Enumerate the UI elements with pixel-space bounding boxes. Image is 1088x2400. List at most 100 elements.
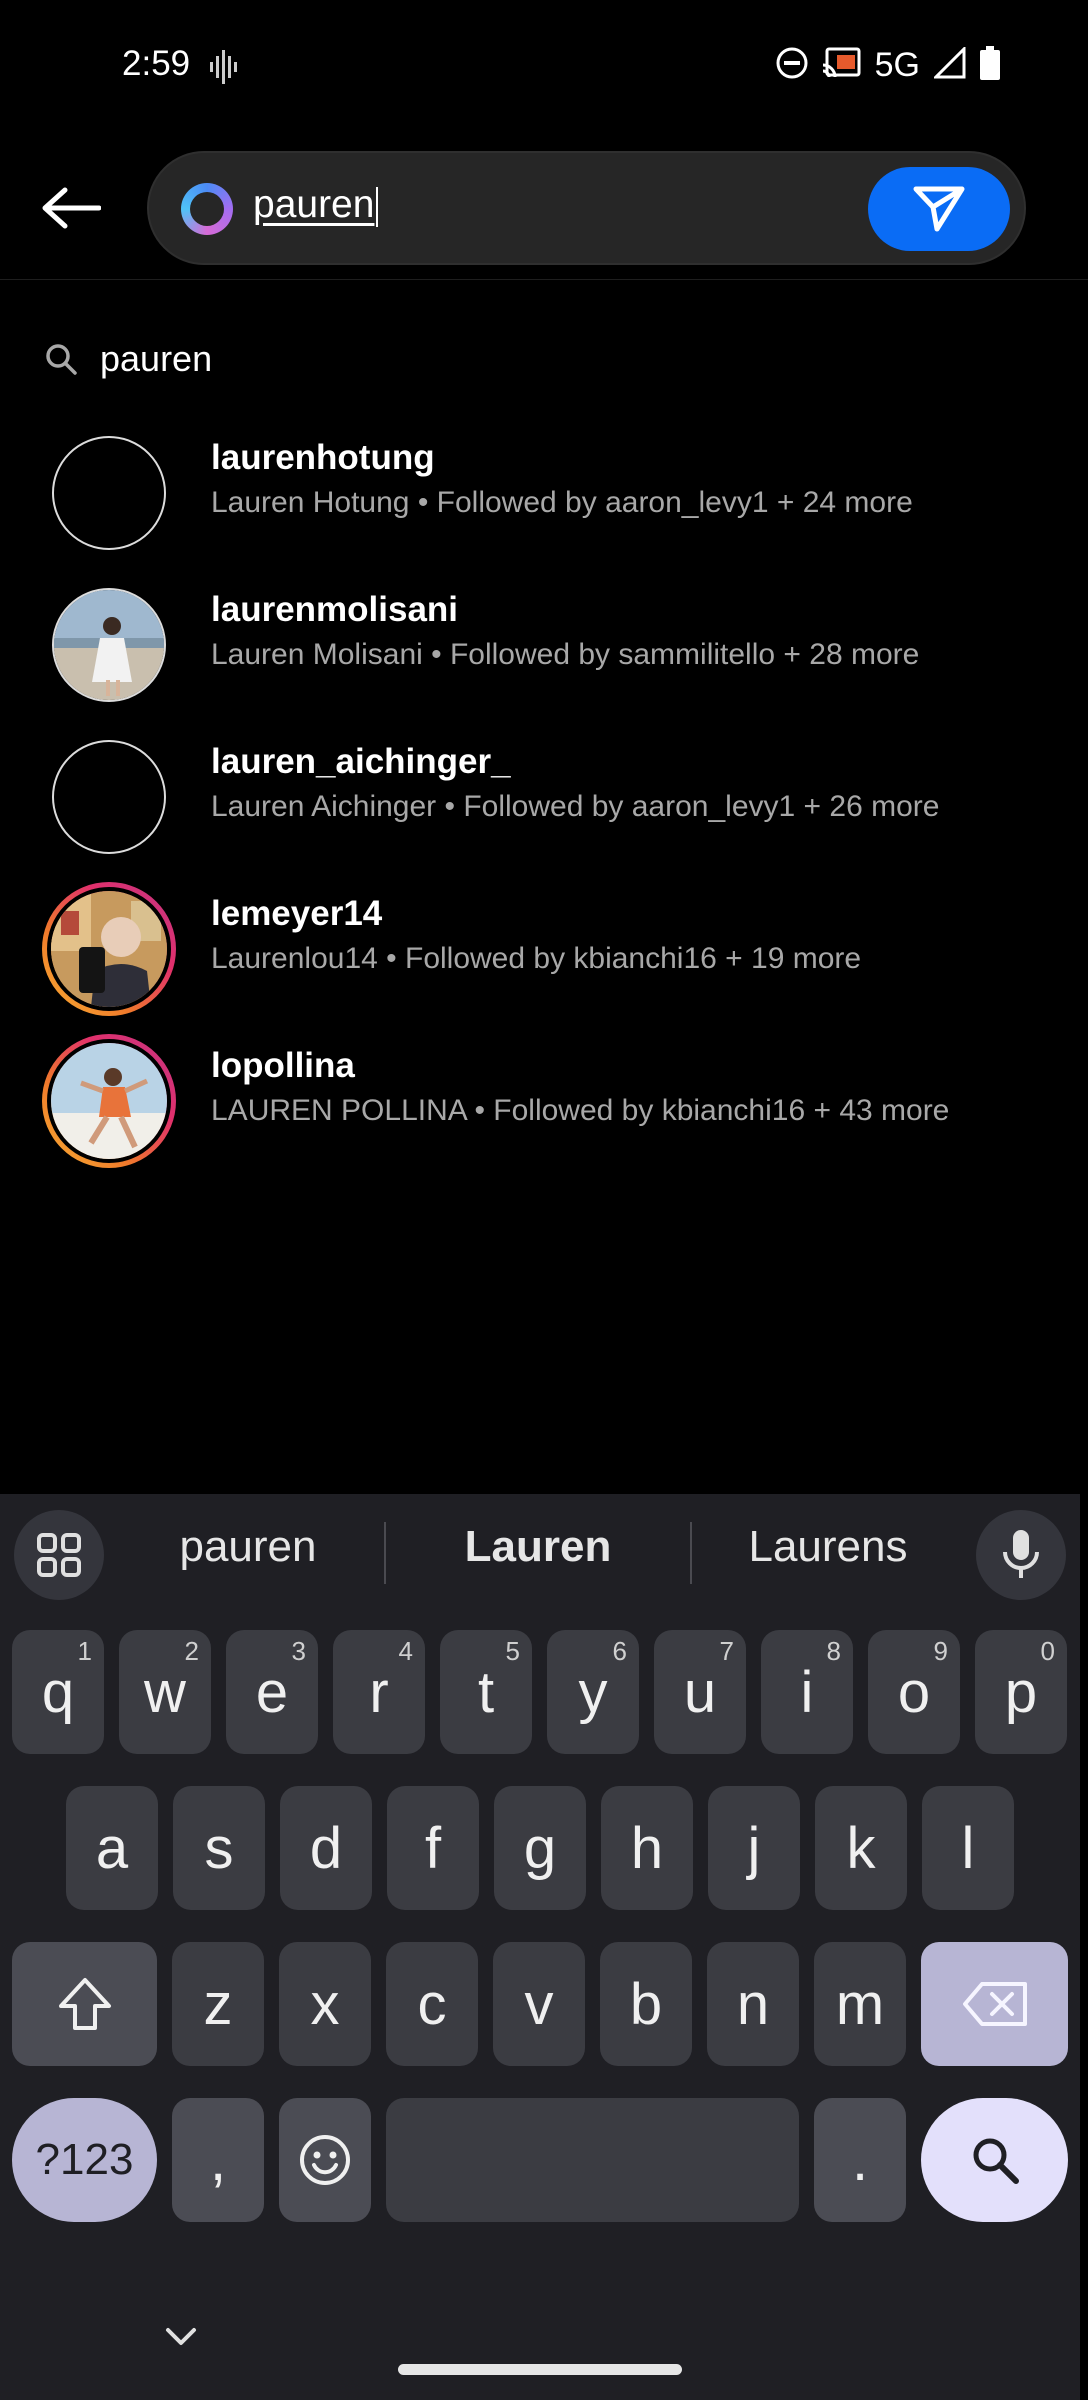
result-username: lauren_aichinger_ [211,742,511,781]
result-subtitle: Laurenlou14 • Followed by kbianchi16 + 1… [211,942,862,975]
key-letter: w [144,1659,186,1725]
result-username: lopollina [211,1046,355,1085]
result-username: laurenmolisani [211,590,459,629]
search-query: pauren [253,183,375,226]
back-button[interactable] [36,182,106,234]
apps-grid-icon [37,1533,81,1577]
shift-key[interactable] [12,1942,157,2066]
key-l[interactable]: l [922,1786,1014,1910]
result-subtitle: Lauren Aichinger • Followed by aaron_lev… [211,790,940,823]
text-caret [376,186,379,227]
key-letter: r [369,1659,389,1725]
suggestion-1[interactable]: pauren [148,1522,348,1572]
key-x[interactable]: x [279,1942,371,2066]
result-username: laurenhotung [211,438,435,477]
emoji-key[interactable] [279,2098,371,2222]
key-k[interactable]: k [815,1786,907,1910]
status-icons: 5G [775,45,1000,85]
key-alt-number: 7 [719,1636,734,1666]
hide-keyboard-button[interactable] [164,2326,198,2353]
query-suggestion-text: pauren [100,338,213,379]
result-subtitle: LAUREN POLLINA • Followed by kbianchi16 … [211,1094,950,1127]
key-i[interactable]: i8 [761,1630,853,1754]
result-row[interactable]: laurenhotung Lauren Hotung • Followed by… [0,416,1088,566]
backspace-icon [962,1982,1027,2026]
search-icon [46,344,77,375]
query-suggestion[interactable]: pauren [44,338,212,380]
key-c[interactable]: c [386,1942,478,2066]
result-username: lemeyer14 [211,894,383,933]
key-o[interactable]: o9 [868,1630,960,1754]
suggestion-divider [690,1522,692,1584]
voice-input-button[interactable] [976,1510,1066,1600]
result-row[interactable]: lemeyer14 Laurenlou14 • Followed by kbia… [0,872,1088,1022]
key-t[interactable]: t5 [440,1630,532,1754]
result-row[interactable]: laurenmolisani Lauren Molisani • Followe… [0,568,1088,718]
backspace-key[interactable] [921,1942,1068,2066]
key-alt-number: 6 [612,1636,627,1666]
status-time: 2:59 [122,44,191,83]
search-bar[interactable]: pauren [147,151,1026,265]
dnd-icon [775,46,809,85]
key-letter: u [683,1659,717,1725]
key-e[interactable]: e3 [226,1630,318,1754]
avatar [52,436,166,550]
key-letter: e [255,1659,289,1725]
send-button[interactable] [868,167,1010,251]
cast-icon [822,47,861,84]
battery-icon [980,46,1000,85]
key-j[interactable]: j [708,1786,800,1910]
status-bar: 2:59 5G [0,0,1088,134]
key-a[interactable]: a [66,1786,158,1910]
avatar-story-ring [42,882,176,1016]
keyboard-menu-button[interactable] [14,1510,104,1600]
comma-key[interactable]: , [172,2098,264,2222]
meta-ai-icon [181,183,233,235]
microphone-icon [1003,1530,1039,1578]
key-alt-number: 9 [933,1636,948,1666]
send-icon [913,186,965,232]
key-n[interactable]: n [707,1942,799,2066]
vibrate-icon [210,50,238,89]
key-f[interactable]: f [387,1786,479,1910]
key-y[interactable]: y6 [547,1630,639,1754]
result-subtitle: Lauren Molisani • Followed by sammilitel… [211,638,920,671]
key-alt-number: 5 [505,1636,520,1666]
result-row[interactable]: lopollina LAUREN POLLINA • Followed by k… [0,1024,1088,1174]
key-u[interactable]: u7 [654,1630,746,1754]
key-alt-number: 4 [398,1636,413,1666]
space-key[interactable] [386,2098,799,2222]
keyboard: pauren Lauren Laurens q1w2e3r4t5y6u7i8o9… [0,1494,1080,2400]
key-letter: i [800,1659,814,1725]
key-d[interactable]: d [280,1786,372,1910]
home-indicator[interactable] [398,2364,682,2375]
key-g[interactable]: g [494,1786,586,1910]
avatar [52,588,166,702]
key-alt-number: 0 [1040,1636,1055,1666]
search-key[interactable] [921,2098,1068,2222]
search-icon [973,2138,1019,2184]
emoji-icon [300,2135,350,2185]
key-b[interactable]: b [600,1942,692,2066]
key-q[interactable]: q1 [12,1630,104,1754]
key-z[interactable]: z [172,1942,264,2066]
period-key[interactable]: . [814,2098,906,2222]
key-s[interactable]: s [173,1786,265,1910]
key-p[interactable]: p0 [975,1630,1067,1754]
symbols-key[interactable]: ?123 [12,2098,157,2222]
key-letter: o [897,1659,931,1725]
search-input[interactable]: pauren [253,183,379,227]
network-type: 5G [874,46,920,84]
result-row[interactable]: lauren_aichinger_ Lauren Aichinger • Fol… [0,720,1088,870]
shift-arrow-icon [58,1978,111,2030]
key-w[interactable]: w2 [119,1630,211,1754]
avatar-story-ring [42,1034,176,1168]
key-m[interactable]: m [814,1942,906,2066]
suggestion-2[interactable]: Lauren [420,1522,656,1572]
avatar [52,740,166,854]
key-v[interactable]: v [493,1942,585,2066]
suggestion-3[interactable]: Laurens [718,1522,938,1572]
signal-icon [932,45,966,84]
key-r[interactable]: r4 [333,1630,425,1754]
key-h[interactable]: h [601,1786,693,1910]
